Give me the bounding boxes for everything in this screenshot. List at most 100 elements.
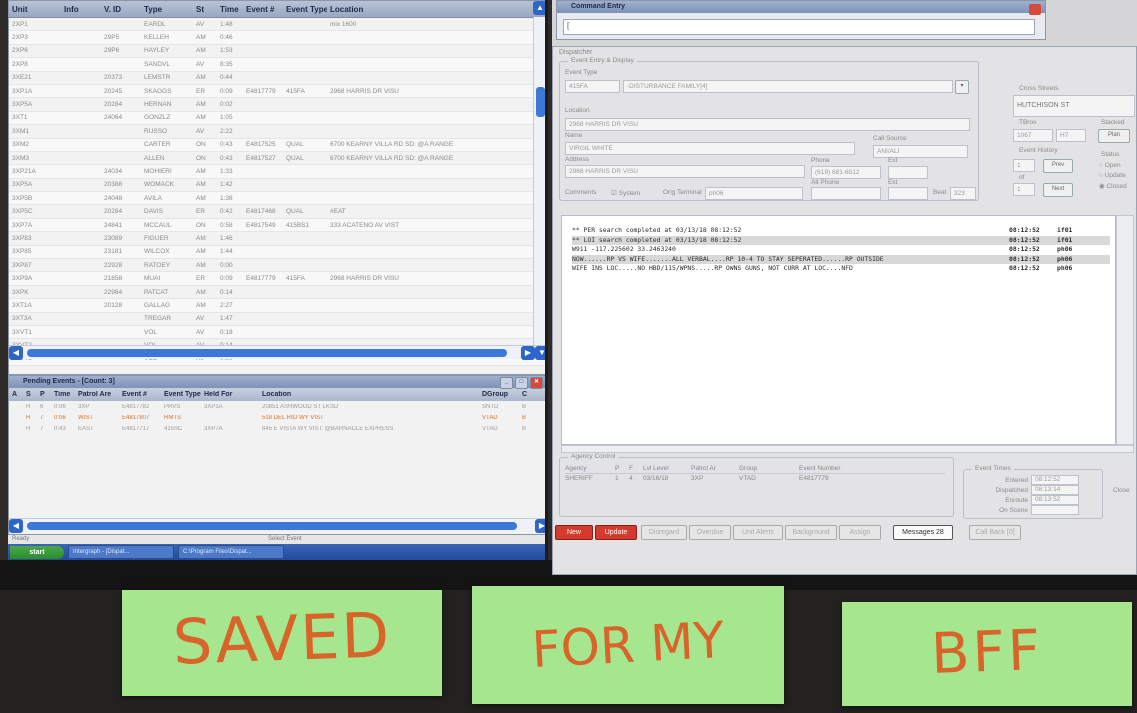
notes-vscroll[interactable] <box>1116 215 1134 445</box>
unit-grid-hscroll[interactable]: ◀ ▶ ▼ <box>9 345 545 360</box>
table-row[interactable]: 3XT1A 20128 GALLAG AM 2:27 <box>9 299 545 313</box>
vscroll-thumb[interactable] <box>536 87 545 117</box>
start-button[interactable]: start <box>10 545 64 559</box>
history-prev-button[interactable]: Prev <box>1043 159 1073 173</box>
event-type-code-field[interactable]: 415FA <box>565 80 620 93</box>
table-row[interactable]: 3XP21A 24034 MOHIERI AM 1:33 <box>9 165 545 179</box>
table-row[interactable]: 3XM2 CARTER ON 0:43 E4817525 QUAL 6700 KEARNY … <box>9 138 545 152</box>
column-header[interactable]: Info <box>61 5 101 14</box>
table-row[interactable]: 3XM3 ALLEN ON 0:43 E4817527 QUAL 6700 KEARNY V… <box>9 152 545 166</box>
unit-alerts-button[interactable]: Unit Alerts <box>733 525 783 540</box>
column-header[interactable]: St <box>193 5 217 14</box>
table-row[interactable]: 3XP85 23181 WILCOX AM 1:44 <box>9 245 545 260</box>
close-icon[interactable] <box>1029 4 1041 15</box>
pending-hscroll[interactable]: ◀ ▶ <box>9 518 545 533</box>
table-row[interactable]: 3XE21 20373 LEMSTR AM 0:44 <box>9 72 545 85</box>
scroll-down-icon[interactable]: ▼ <box>535 346 545 360</box>
table-row[interactable]: 3XP5C 20284 DAVIS ER 0:42 E4817468 QUAL #EAT <box>9 205 545 219</box>
history-index-field[interactable]: 1 <box>1013 159 1035 172</box>
background-button[interactable]: Background <box>785 525 837 540</box>
agency-grid-row[interactable]: SHERIFF 1 4 03/16/18 3XP VTAD E4817779 <box>565 475 945 484</box>
unit-grid-vscroll[interactable] <box>533 17 545 347</box>
table-row[interactable]: 2XP3 29P5 KELLEH AM 0:46 <box>9 31 545 45</box>
notes-hscroll[interactable] <box>561 445 1134 453</box>
column-header[interactable]: P <box>37 391 51 398</box>
hscroll-thumb[interactable] <box>27 349 507 357</box>
column-header[interactable]: Event Type <box>283 5 327 14</box>
command-input[interactable]: [ <box>563 19 1035 35</box>
table-row[interactable]: 3XP83 23089 FIGUER AM 1:46 <box>9 232 545 246</box>
column-header[interactable]: Held For <box>201 391 259 398</box>
phone-field[interactable]: (619) 681-6512 <box>811 166 881 179</box>
orig-terminal-field[interactable]: ph06 <box>705 187 803 200</box>
tbros-field-2[interactable]: H7 <box>1056 129 1086 142</box>
table-row[interactable]: 3XP5A 20388 WOMACK AM 1:42 <box>9 179 545 193</box>
status-radio-update[interactable]: ○ Update <box>1099 172 1126 179</box>
table-row[interactable]: 3XVT1 VOL AV 0:18 <box>9 325 545 340</box>
taskbar-item-intergraph[interactable]: Intergraph - [Dispat... <box>68 545 174 559</box>
event-comments-log[interactable]: ** PER search completed at 03/13/18 08:1… <box>561 215 1116 445</box>
assign-button[interactable]: Assign <box>839 525 881 540</box>
column-header[interactable]: Time <box>51 391 75 398</box>
table-row[interactable]: 3XP5B 24048 AVILA AM 1:38 <box>9 192 545 206</box>
column-header[interactable]: S <box>23 391 37 398</box>
table-row[interactable]: 3XP9A 21858 MUAI ER 0:09 E4817779 415FA 2968 HA… <box>9 272 545 286</box>
table-row[interactable]: 3XP87 22928 RATOEY AM 0:00 <box>9 259 545 273</box>
table-row[interactable]: 3XPK 22984 PATCAT AM 0:14 <box>9 286 545 300</box>
tbros-field[interactable]: 1067 <box>1013 129 1053 142</box>
system-checkbox[interactable]: ☑ System <box>611 189 640 197</box>
table-row[interactable]: 2XP6 29P6 HAYLEY AM 1:53 <box>9 45 545 59</box>
column-header[interactable]: Location <box>327 5 517 14</box>
column-header[interactable]: Event # <box>119 391 161 398</box>
column-header[interactable]: Type <box>141 5 193 14</box>
ext-field[interactable] <box>888 166 928 179</box>
alt-phone-field[interactable] <box>811 187 881 200</box>
messages-button[interactable]: Messages 28 <box>893 525 953 540</box>
plan-button[interactable]: Plan <box>1098 129 1130 143</box>
column-header[interactable]: Event Type <box>161 391 201 398</box>
close-icon[interactable]: ✕ <box>530 377 543 389</box>
overdue-button[interactable]: Overdue <box>689 525 731 540</box>
table-row[interactable]: 3XP1A 20245 SKAGGS ER 0:09 E4817779 415FA 2968 … <box>9 84 545 99</box>
pending-row[interactable]: H 6 0:06 3XP E4817782 PRVS 3XP1A 20851 ASHWOOD … <box>9 401 545 412</box>
name-field[interactable]: VIRGIL WHITE <box>565 142 855 155</box>
alt-ext-field[interactable] <box>888 187 928 200</box>
update-button[interactable]: Update <box>595 525 637 540</box>
column-header[interactable]: Unit <box>9 5 61 14</box>
column-header[interactable]: C <box>519 391 533 398</box>
beat-field[interactable]: 323 <box>950 187 976 200</box>
status-radio-closed[interactable]: ◉ Closed <box>1099 182 1127 190</box>
table-row[interactable]: 2XP8 SANDVL AV 8:35 <box>9 58 545 72</box>
status-radio-open[interactable]: ○ Open <box>1099 162 1121 169</box>
table-row[interactable]: 2XP1 EARDL AV 1:48 mix 1600 <box>9 18 545 32</box>
chevron-down-icon[interactable]: ▾ <box>955 80 969 94</box>
column-header[interactable]: DGroup <box>479 391 519 398</box>
history-total-field[interactable]: 1 <box>1013 183 1035 196</box>
maximize-icon[interactable]: □ <box>515 377 528 389</box>
history-next-button[interactable]: Next <box>1043 183 1073 197</box>
scroll-right-icon[interactable]: ▶ <box>535 519 545 533</box>
table-row[interactable]: 3XT3A TREGAR AV 1:47 <box>9 313 545 326</box>
table-row[interactable]: 3XP7A 24841 MCCAUL ON 0:58 E4817549 415BS1 333 … <box>9 218 545 233</box>
table-row[interactable]: 3XT1 24064 GONZLZ AM 1:05 <box>9 111 545 126</box>
column-header[interactable]: A <box>9 391 23 398</box>
column-header[interactable]: Event # <box>243 5 283 14</box>
event-type-desc-field[interactable]: -DISTURBANCE FAMILY[4] <box>623 80 953 93</box>
pending-row[interactable]: H 7 0:43 EAST E4817717 415SC 3XP7A 845 E VISTA … <box>9 423 545 434</box>
scroll-left-icon[interactable]: ◀ <box>9 519 23 533</box>
table-row[interactable]: 3XP5A 20284 HERNAN AM 0:02 <box>9 98 545 112</box>
column-header[interactable]: Location <box>259 391 479 398</box>
scroll-up-icon[interactable]: ▲ <box>533 1 545 15</box>
scroll-right-icon[interactable]: ▶ <box>521 346 535 360</box>
column-header[interactable]: Patrol Are <box>75 391 119 398</box>
hscroll-thumb[interactable] <box>27 522 517 530</box>
minimize-icon[interactable]: _ <box>500 377 513 389</box>
scroll-left-icon[interactable]: ◀ <box>9 346 23 360</box>
taskbar-item-explorer[interactable]: C:\Program Files\Dispat... <box>178 545 284 559</box>
disregard-button[interactable]: Disregard <box>641 525 687 540</box>
new-button[interactable]: New <box>555 525 593 540</box>
column-header[interactable]: Time <box>217 5 243 14</box>
table-row[interactable]: 3XM1 RUSSO AV 2:22 <box>9 125 545 139</box>
cross-streets-field[interactable]: HUTCHISON ST <box>1013 95 1135 117</box>
pending-row[interactable]: H 7 0:06 WIST E4817807 RMTS 518 DEL RIO WY VIS… <box>9 412 545 423</box>
